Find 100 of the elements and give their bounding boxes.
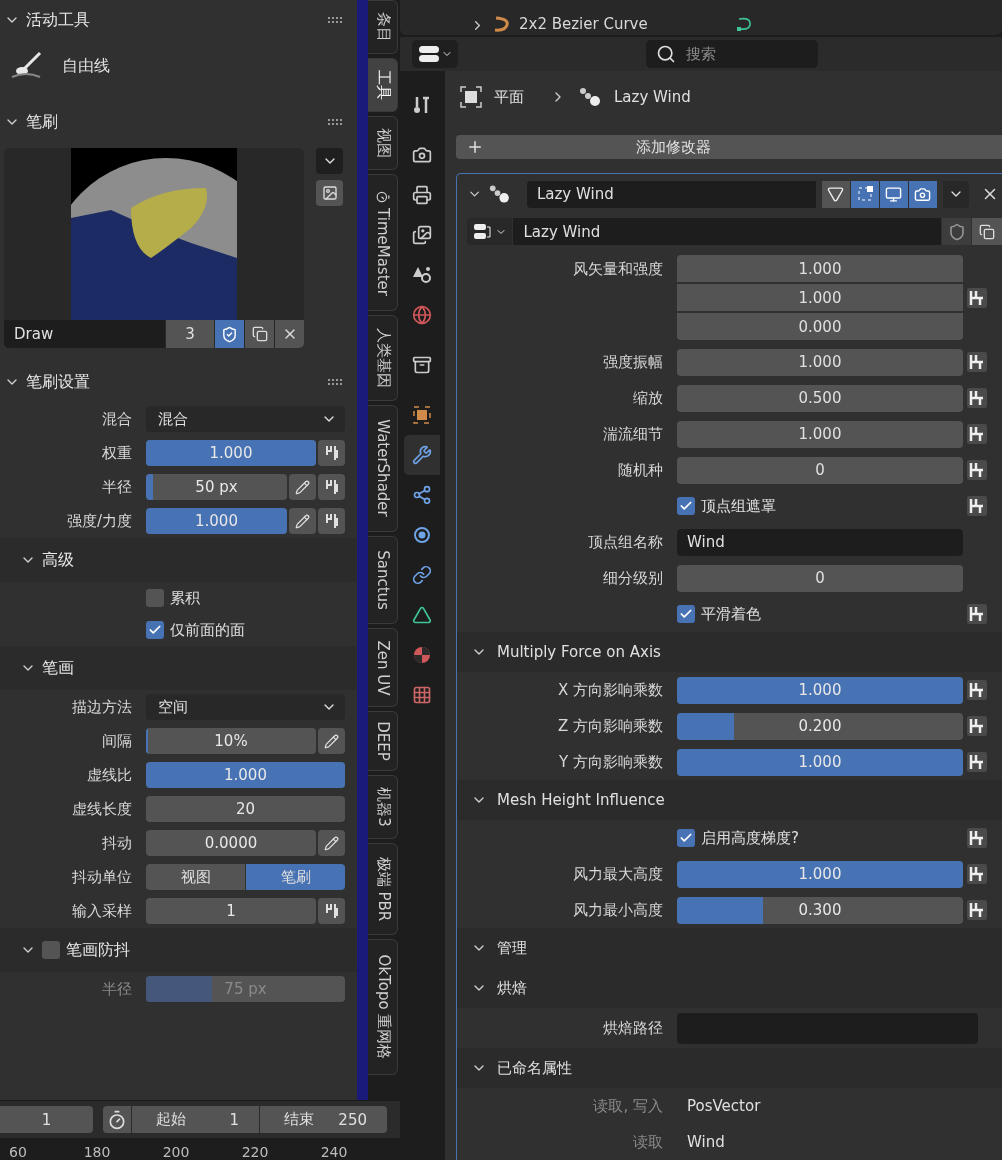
panel-header[interactable]: 笔画 [0,646,357,690]
vertex-triangle-toggle[interactable] [821,180,850,208]
breadcrumb-item[interactable]: 平面 [494,87,524,107]
grip-icon[interactable] [327,118,343,126]
icon-button[interactable] [318,474,345,500]
dropdown[interactable]: 混合 [146,406,345,432]
number-field[interactable]: 0.000 [677,313,963,340]
icon-button[interactable] [318,898,345,924]
sidebar-tab[interactable]: WaterShader [368,405,398,532]
property-toggle-icon[interactable] [966,459,988,481]
number-field[interactable]: 20 [146,796,345,822]
add-modifier-button[interactable]: 添加修改器 [456,135,1002,159]
sidebar-tab[interactable]: DEEP [368,711,398,771]
start-frame-field[interactable]: 起始 1 [132,1106,259,1133]
sidebar-tab[interactable]: Zen UV [368,628,398,707]
checkbox[interactable] [42,941,60,959]
icon-button[interactable] [289,508,316,534]
property-toggle-icon[interactable] [966,387,988,409]
property-toggle-icon[interactable] [966,351,988,373]
editor-type-button[interactable] [412,40,458,68]
checkbox[interactable] [677,829,695,847]
sidebar-tab[interactable]: 条目 [368,0,398,54]
grip-icon[interactable] [327,16,343,24]
number-field[interactable]: 1 [146,898,316,924]
brush-name-field[interactable]: Draw [4,320,165,348]
value-slider[interactable]: 1.000 [146,508,287,534]
properties-tab[interactable] [404,435,440,475]
sidebar-tab[interactable]: OkTopo 重网格 [368,938,398,1075]
checkbox[interactable] [677,497,695,515]
modifier-name-field[interactable]: Lazy Wind [526,180,816,208]
icon-button[interactable] [318,728,345,754]
sidebar-tab[interactable]: TimeMaster [368,174,398,311]
panel-header[interactable]: 高级 [0,538,357,582]
property-toggle-icon[interactable] [966,679,988,701]
text-field[interactable]: Wind [677,528,963,556]
stopwatch-button[interactable] [103,1106,131,1133]
sidebar-tab[interactable]: Sanctus [368,535,398,624]
number-field[interactable]: 0 [677,456,963,484]
value-slider[interactable]: 10% [146,728,316,754]
subpanel-header[interactable]: 已命名属性 [457,1048,1002,1088]
subpanel-header[interactable]: Multiply Force on Axis [457,632,1002,672]
image-button[interactable] [316,180,343,206]
checkbox[interactable] [146,589,164,607]
property-toggle-icon[interactable] [966,899,988,921]
panel-header[interactable]: 笔画防抖 [0,928,357,972]
dropdown-button[interactable] [316,148,343,174]
value-slider[interactable]: 0.300 [677,896,963,924]
sidebar-tab[interactable]: 机器3 [368,775,398,839]
segment-button[interactable]: 视图 [146,864,245,890]
subpanel-header[interactable]: 烘焙 [457,968,1002,1008]
search-field[interactable]: 搜索 [646,40,818,68]
value-slider[interactable]: 1.000 [677,748,963,776]
monitor-toggle[interactable] [879,180,908,208]
sidebar-tab[interactable]: 视图 [368,116,398,170]
property-toggle-icon[interactable] [966,423,988,445]
duplicate-button[interactable] [245,320,274,348]
checkbox[interactable] [146,621,164,639]
property-toggle-icon[interactable] [966,715,988,737]
subpanel-header[interactable]: 管理 [457,928,1002,968]
icon-button[interactable] [318,440,345,466]
value-slider[interactable]: 50 px [146,474,287,500]
number-field[interactable]: 0.500 [677,384,963,412]
number-field[interactable]: 0 [677,564,963,592]
outliner-item[interactable]: 2x2 Bezier Curve [519,15,648,33]
node-group-field[interactable]: Lazy Wind [513,218,941,245]
number-field[interactable]: 1.000 [677,255,963,282]
grip-icon[interactable] [327,378,343,386]
value-slider[interactable]: 1.000 [677,676,963,704]
icon-button[interactable] [318,830,345,856]
property-toggle-icon[interactable] [966,827,988,849]
property-toggle-icon[interactable] [966,863,988,885]
dropdown[interactable]: 空间 [146,694,345,720]
property-toggle-icon[interactable] [966,286,988,309]
sidebar-tab[interactable]: 工具 [368,58,398,112]
node-tree-button[interactable] [467,218,513,245]
camera-toggle[interactable] [908,180,937,208]
duplicate-button[interactable] [972,218,1002,245]
number-field[interactable]: 1.000 [677,348,963,376]
end-frame-field[interactable]: 结束 250 [260,1106,387,1133]
icon-button[interactable] [289,474,316,500]
subpanel-header[interactable]: Mesh Height Influence [457,780,1002,820]
segment-button[interactable]: 笔刷 [246,864,345,890]
curve-data-icon[interactable] [735,15,754,33]
frame-field[interactable]: 1 [0,1106,93,1133]
property-toggle-icon[interactable] [966,751,988,773]
number-field[interactable]: 0.0000 [146,830,316,856]
brush-preview-card[interactable]: Draw 3 [4,148,304,348]
number-field[interactable]: 1.000 [677,284,963,311]
value-slider[interactable]: 1.000 [146,440,316,466]
fake-user-button[interactable] [215,320,244,348]
number-field[interactable]: 1.000 [677,420,963,448]
property-toggle-icon[interactable] [966,603,988,625]
icon-button[interactable] [318,508,345,534]
sidebar-tab[interactable]: 极端 PBR [368,842,398,935]
sidebar-tab[interactable]: 人类基因 [368,315,398,401]
edit-cage-toggle[interactable] [850,180,879,208]
value-slider[interactable]: 0.200 [677,712,963,740]
fake-user-button[interactable] [941,218,972,245]
dropdown-button[interactable] [942,180,970,208]
value-slider[interactable]: 1.000 [677,860,963,888]
